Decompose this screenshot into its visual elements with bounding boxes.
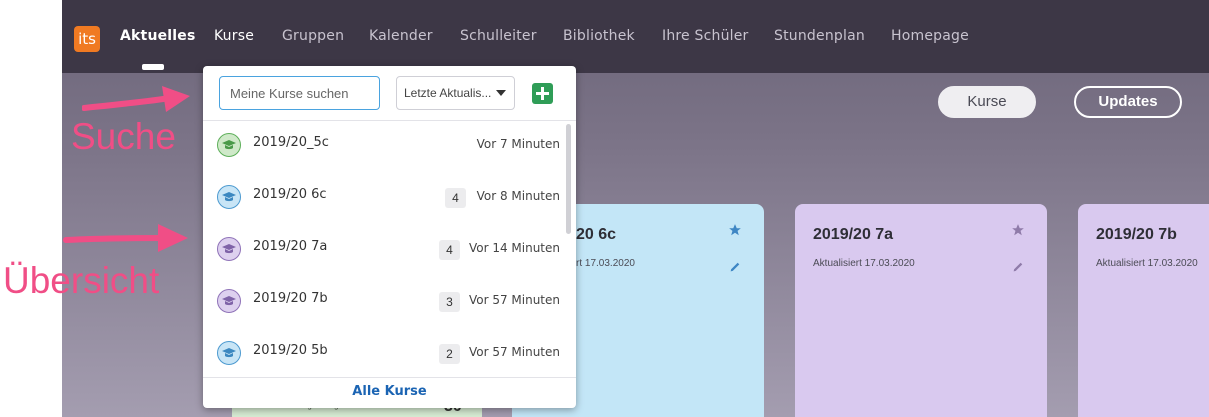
caret-down-icon [496,90,506,96]
sort-select-value: Letzte Aktualis... [404,86,492,100]
pencil-icon[interactable] [1012,258,1025,277]
course-card-7a[interactable]: 2019/20 7a Aktualisiert 17.03.2020 [795,204,1047,417]
top-navigation-bar: its Aktuelles Kurse Gruppen Kalender Sch… [62,0,1209,73]
card-title: 20 6c [576,226,617,243]
card-updated: rt 17.03.2020 [576,258,635,269]
list-scrollbar[interactable] [566,124,571,234]
all-courses-link[interactable]: Alle Kurse [203,384,576,399]
annotation-search: Suche [71,116,176,157]
nav-kurse[interactable]: Kurse [214,28,254,44]
nav-aktuelles[interactable]: Aktuelles [120,28,196,44]
nav-bibliothek[interactable]: Bibliothek [563,28,635,44]
sort-select[interactable]: Letzte Aktualis... [396,76,515,110]
nav-kalender[interactable]: Kalender [369,28,433,44]
plus-icon [536,87,549,100]
course-updated-time: Vor 14 Minuten [468,241,560,255]
courses-dropdown: Letzte Aktualis... 2019/20_5c Vor 7 Minu… [203,66,576,408]
pencil-icon[interactable] [729,258,742,277]
list-item[interactable]: 2019/20 7b 3 Vor 57 Minuten [203,277,576,329]
course-list: 2019/20_5c Vor 7 Minuten 2019/20 6c 4 Vo… [203,121,576,377]
update-count-badge: 4 [439,240,460,260]
graduation-cap-icon [217,289,241,313]
card-title: 2019/20 7a [813,226,894,243]
card-updated: Aktualisiert 17.03.2020 [813,258,915,269]
graduation-cap-icon [217,237,241,261]
course-name: 2019/20 6c [253,187,327,202]
kurse-button[interactable]: Kurse [938,86,1036,118]
nav-stundenplan[interactable]: Stundenplan [774,28,865,44]
course-name: 2019/20_5c [253,135,329,150]
add-course-button[interactable] [532,83,553,104]
nav-ihre-schueler[interactable]: Ihre Schüler [662,28,749,44]
course-search-input[interactable] [219,76,380,110]
star-icon[interactable] [1011,222,1025,241]
annotation-overview: Übersicht [3,260,160,301]
course-name: 2019/20 5b [253,343,328,358]
list-item[interactable]: 2019/20_5c Vor 7 Minuten [203,121,576,173]
course-updated-time: Vor 8 Minuten [476,189,560,203]
active-tab-indicator [142,64,164,70]
update-count-badge: 2 [439,344,460,364]
course-card-7b[interactable]: 2019/20 7b Aktualisiert 17.03.2020 [1078,204,1209,417]
updates-button[interactable]: Updates [1074,86,1182,118]
graduation-cap-icon [217,133,241,157]
star-icon[interactable] [728,222,742,241]
nav-homepage[interactable]: Homepage [891,28,969,44]
nav-gruppen[interactable]: Gruppen [282,28,344,44]
annotation-arrow-overview [63,224,188,252]
nav-schulleiter[interactable]: Schulleiter [460,28,537,44]
course-name: 2019/20 7a [253,239,328,254]
its-logo[interactable]: its [74,26,100,52]
list-item[interactable]: 2019/20 5b 2 Vor 57 Minuten [203,329,576,377]
update-count-badge: 3 [439,292,460,312]
list-item[interactable]: 2019/20 6c 4 Vor 8 Minuten [203,173,576,225]
update-count-badge: 4 [445,188,466,208]
card-title: 2019/20 7b [1096,226,1177,243]
graduation-cap-icon [217,341,241,365]
graduation-cap-icon [217,185,241,209]
course-updated-time: Vor 7 Minuten [476,137,560,151]
course-updated-time: Vor 57 Minuten [468,345,560,359]
card-updated: Aktualisiert 17.03.2020 [1096,258,1198,269]
course-name: 2019/20 7b [253,291,328,306]
course-updated-time: Vor 57 Minuten [468,293,560,307]
divider [203,377,576,378]
list-item[interactable]: 2019/20 7a 4 Vor 14 Minuten [203,225,576,277]
